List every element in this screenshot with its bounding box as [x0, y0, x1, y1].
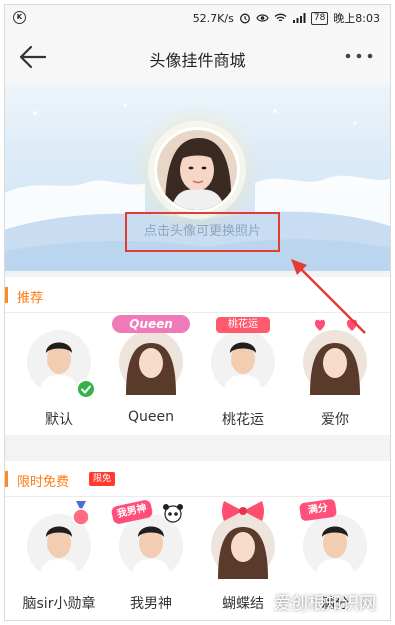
- selected-check-icon: [76, 379, 96, 399]
- peach-blossom-pendant-banner: 桃花运: [216, 317, 270, 333]
- app-header: 头像挂件商城: [5, 31, 390, 83]
- bow-icon: [222, 501, 264, 521]
- wifi-icon: [274, 13, 287, 22]
- status-right-group: 52.7K/s 78 晚上8:03: [193, 10, 380, 26]
- pendant-bow-tie[interactable]: 蝴蝶结: [201, 501, 285, 613]
- section-accent-bar: [5, 287, 8, 303]
- pendant-avatar: [26, 501, 92, 579]
- profile-banner: 点击头像可更换照片: [5, 83, 390, 271]
- pendant-name: Queen: [128, 409, 174, 425]
- pendant-name: 脑sir小勋章: [22, 596, 96, 612]
- pendant-queen[interactable]: Queen Queen: [109, 315, 193, 425]
- pendant-peach-blossom[interactable]: 桃花运 桃花运: [201, 317, 285, 429]
- limited-free-section-title: 限时免费: [17, 475, 70, 490]
- change-photo-hint[interactable]: 点击头像可更换照片: [125, 212, 280, 252]
- profile-photo: [157, 130, 237, 210]
- pendant-name: 我男神: [130, 596, 172, 612]
- limited-free-section-header: 限时免费 限免: [5, 461, 390, 497]
- pendant-avatar: 我男神: [110, 499, 184, 579]
- phone-frame: K 52.7K/s 78 晚上8:03 头像挂件商城 点击头像可更换照片 推荐 …: [4, 4, 391, 621]
- clock: 晚上8:03: [333, 12, 380, 25]
- medal-icon: [72, 501, 90, 526]
- pendant-avatar: 桃花运: [210, 317, 276, 395]
- network-speed: 52.7K/s: [192, 11, 234, 25]
- limited-free-tag: 限免: [89, 472, 116, 486]
- pendant-name: 桃花运: [222, 412, 264, 428]
- pendant-avatar: [26, 329, 96, 399]
- male-avatar-image: [211, 330, 275, 395]
- pendant-name: 爱你: [321, 412, 349, 428]
- female-avatar-image: [119, 330, 183, 395]
- pendant-avatar: 满分: [298, 498, 368, 579]
- pendant-avatar: Queen: [112, 315, 190, 395]
- section-accent-bar: [5, 471, 8, 487]
- alarm-icon: [239, 13, 250, 24]
- app-notification-icon: K: [13, 11, 26, 24]
- pendant-name: 默认: [45, 412, 73, 428]
- eye-icon: [256, 14, 269, 22]
- pendant-name: 蝴蝶结: [222, 596, 264, 612]
- queen-pendant-banner: Queen: [112, 315, 190, 333]
- page-title: 头像挂件商城: [149, 51, 246, 70]
- more-options-icon[interactable]: [342, 43, 376, 69]
- pendant-love-you[interactable]: 爱你: [293, 319, 377, 429]
- signal-icon: [292, 13, 306, 23]
- pendant-my-male-god[interactable]: 我男神 我男神: [109, 499, 193, 613]
- male-avatar-image: [303, 514, 367, 579]
- profile-avatar[interactable]: [154, 127, 240, 213]
- recommended-section-title: 推荐: [17, 291, 44, 306]
- pendant-avatar: [210, 501, 276, 579]
- status-bar: K 52.7K/s 78 晚上8:03: [5, 5, 390, 31]
- pendant-default[interactable]: 默认: [17, 329, 101, 429]
- battery-level: 78: [310, 11, 329, 25]
- watermark: 爱创根知识网: [274, 594, 376, 614]
- annotation-arrow: [291, 259, 366, 334]
- panda-icon: [163, 504, 183, 523]
- pendant-brain-sir-medal[interactable]: 脑sir小勋章: [17, 501, 101, 613]
